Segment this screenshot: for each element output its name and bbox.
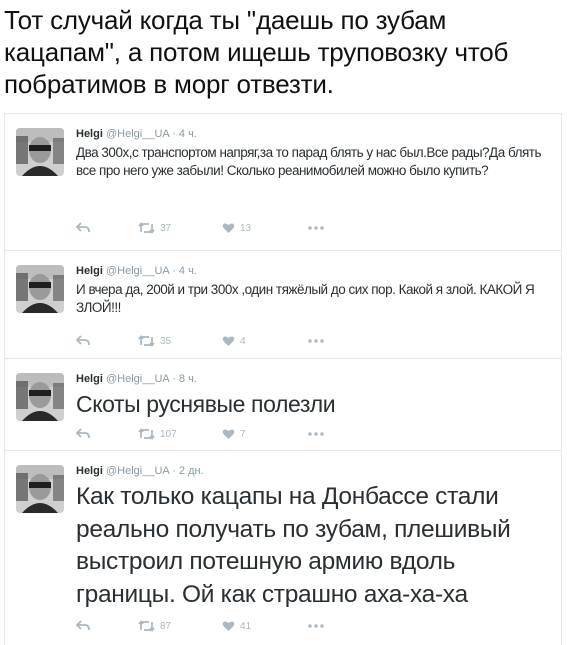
author-handle[interactable]: @Helgi__UA	[106, 265, 169, 277]
reply-icon	[76, 335, 90, 346]
avatar[interactable]	[16, 265, 64, 313]
author-name[interactable]: Helgi	[76, 465, 103, 477]
retweet-icon	[138, 428, 155, 440]
retweet-count: 37	[160, 222, 172, 234]
meme-caption: Тот случай когда ты "даешь по зубам каца…	[4, 5, 509, 99]
author-handle[interactable]: @Helgi__UA	[106, 373, 169, 385]
reply-button[interactable]	[76, 333, 90, 349]
tweet-time[interactable]: · 4 ч.	[172, 128, 197, 140]
like-count: 7	[240, 428, 246, 440]
retweet-count: 35	[160, 335, 172, 347]
retweet-button[interactable]: 87	[138, 618, 171, 634]
tweet-2[interactable]: Helgi @Helgi__UA · 4 ч. И вчера да, 200й…	[4, 251, 562, 359]
author-name[interactable]: Helgi	[76, 128, 103, 140]
more-icon	[308, 226, 324, 230]
author-name[interactable]: Helgi	[76, 265, 103, 277]
more-icon	[308, 624, 324, 628]
tweet-header: Helgi @Helgi__UA · 8 ч.	[76, 372, 197, 386]
tweet-actions: 87 41	[76, 618, 376, 634]
author-name[interactable]: Helgi	[76, 373, 103, 385]
avatar-image	[16, 265, 64, 313]
reply-icon	[76, 620, 90, 631]
retweet-icon	[138, 222, 155, 234]
tweet-1[interactable]: Helgi @Helgi__UA · 4 ч. Два 300х,с транс…	[4, 114, 562, 251]
reply-icon	[76, 222, 90, 233]
heart-icon	[222, 336, 235, 346]
avatar-image	[16, 128, 64, 176]
like-button[interactable]: 4	[222, 333, 246, 349]
author-handle[interactable]: @Helgi__UA	[106, 465, 169, 477]
more-icon	[308, 432, 324, 436]
tweet-time[interactable]: · 4 ч.	[172, 265, 197, 277]
retweet-count: 107	[160, 428, 177, 440]
tweet-text: Как только кацапы на Донбассе стали реал…	[76, 483, 511, 608]
like-button[interactable]: 7	[222, 426, 246, 442]
more-button[interactable]	[308, 426, 324, 442]
reply-button[interactable]	[76, 618, 90, 634]
like-button[interactable]: 41	[222, 618, 251, 634]
like-count: 4	[240, 335, 246, 347]
avatar[interactable]	[16, 465, 64, 513]
avatar-image	[16, 373, 64, 421]
heart-icon	[222, 621, 235, 631]
tweet-text: Два 300х,с транспортом напряг,за то пара…	[76, 145, 541, 178]
tweet-4[interactable]: Helgi @Helgi__UA · 2 дн. Как только каца…	[4, 451, 562, 645]
tweet-actions: 35 4	[76, 333, 376, 349]
tweet-header: Helgi @Helgi__UA · 4 ч.	[76, 127, 197, 141]
retweet-icon	[138, 335, 155, 347]
reply-icon	[76, 428, 90, 439]
avatar[interactable]	[16, 128, 64, 176]
retweet-count: 87	[160, 620, 172, 632]
tweet-header: Helgi @Helgi__UA · 4 ч.	[76, 264, 197, 278]
tweet-text: И вчера да, 200й и три 300х ,один тяжёлы…	[76, 282, 535, 315]
like-button[interactable]: 13	[222, 220, 251, 236]
author-handle[interactable]: @Helgi__UA	[106, 128, 169, 140]
tweet-text: Скоты руснявые полезли	[76, 391, 336, 417]
heart-icon	[222, 429, 235, 439]
avatar[interactable]	[16, 373, 64, 421]
tweet-time[interactable]: · 8 ч.	[172, 373, 197, 385]
reply-button[interactable]	[76, 220, 90, 236]
tweet-time[interactable]: · 2 дн.	[172, 465, 203, 477]
retweet-button[interactable]: 37	[138, 220, 171, 236]
more-button[interactable]	[308, 333, 324, 349]
tweet-feed: Helgi @Helgi__UA · 4 ч. Два 300х,с транс…	[4, 113, 562, 645]
more-button[interactable]	[308, 220, 324, 236]
avatar-image	[16, 465, 64, 513]
reply-button[interactable]	[76, 426, 90, 442]
tweet-3[interactable]: Helgi @Helgi__UA · 8 ч. Скоты руснявые п…	[4, 359, 562, 451]
tweet-actions: 107 7	[76, 426, 376, 442]
more-icon	[308, 339, 324, 343]
tweet-header: Helgi @Helgi__UA · 2 дн.	[76, 464, 204, 478]
like-count: 41	[240, 620, 252, 632]
retweet-button[interactable]: 35	[138, 333, 171, 349]
retweet-icon	[138, 620, 155, 632]
more-button[interactable]	[308, 618, 324, 634]
like-count: 13	[240, 222, 252, 234]
tweet-actions: 37 13	[76, 220, 376, 236]
retweet-button[interactable]: 107	[138, 426, 177, 442]
heart-icon	[222, 223, 235, 233]
